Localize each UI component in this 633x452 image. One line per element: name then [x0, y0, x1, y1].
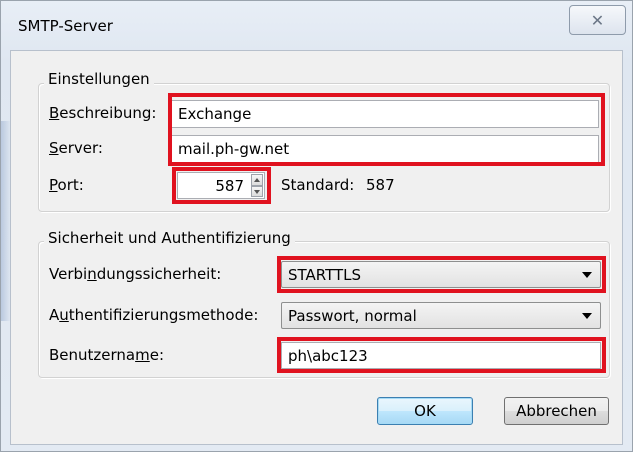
- port-increment-button[interactable]: [251, 174, 263, 186]
- connection-security-value: STARTTLS: [288, 265, 362, 284]
- server-label-accesskey: S: [49, 139, 59, 157]
- description-label: Beschreibung:: [49, 104, 156, 122]
- close-button[interactable]: ✕: [569, 5, 626, 35]
- description-label-accesskey: B: [49, 104, 60, 122]
- port-default-label: Standard:: [281, 176, 355, 194]
- port-label-accesskey: P: [49, 176, 58, 194]
- auth-method-value: Passwort, normal: [288, 306, 417, 325]
- window-title: SMTP-Server: [18, 17, 113, 35]
- description-value: Exchange: [178, 105, 252, 123]
- ok-button[interactable]: OK: [377, 397, 473, 425]
- username-label-accesskey: m: [135, 346, 150, 364]
- description-label-text: eschreibung:: [59, 104, 157, 122]
- dialog-client-area: Einstellungen Beschreibung: Exchange Ser…: [10, 50, 623, 445]
- close-icon: ✕: [590, 10, 605, 30]
- username-input[interactable]: ph\abc123: [281, 342, 601, 369]
- username-label-post: e:: [149, 346, 165, 364]
- port-default-value: 587: [366, 176, 395, 194]
- auth-method-label: Authentifizierungsmethode:: [49, 306, 258, 324]
- server-label-text: erver:: [58, 139, 103, 157]
- connection-security-label-pre: Verbi: [49, 265, 88, 283]
- auth-method-select[interactable]: Passwort, normal: [281, 302, 601, 329]
- port-decrement-button[interactable]: [251, 185, 263, 197]
- dialog-window: SMTP-Server ✕ Einstellungen Beschreibung…: [0, 0, 633, 452]
- settings-group-label: Einstellungen: [44, 70, 154, 88]
- server-value: mail.ph-gw.net: [178, 140, 290, 158]
- port-value: 587: [215, 177, 244, 195]
- port-label-text: ort:: [57, 176, 84, 194]
- chevron-down-icon: [582, 312, 592, 319]
- server-label: Server:: [49, 139, 103, 157]
- port-label: Port:: [49, 176, 84, 194]
- username-label-pre: Benutzerna: [49, 346, 136, 364]
- auth-method-label-accesskey: u: [59, 306, 69, 324]
- port-spinner[interactable]: 587: [177, 172, 265, 199]
- port-spinner-buttons: [251, 174, 263, 197]
- server-input[interactable]: mail.ph-gw.net: [171, 135, 599, 163]
- connection-security-label-accesskey: n: [87, 265, 97, 283]
- cancel-button[interactable]: Abbrechen: [504, 397, 609, 425]
- connection-security-label: Verbindungssicherheit:: [49, 265, 221, 283]
- chevron-down-icon: [582, 271, 592, 278]
- auth-method-label-post: thentifizierungsmethode:: [68, 306, 259, 324]
- connection-security-label-post: dungssicherheit:: [96, 265, 222, 283]
- username-label: Benutzername:: [49, 346, 164, 364]
- auth-method-label-pre: A: [49, 306, 60, 324]
- connection-security-select[interactable]: STARTTLS: [281, 261, 601, 288]
- username-value: ph\abc123: [288, 346, 368, 365]
- description-input[interactable]: Exchange: [171, 100, 599, 128]
- security-group-label: Sicherheit und Authentifizierung: [44, 229, 295, 247]
